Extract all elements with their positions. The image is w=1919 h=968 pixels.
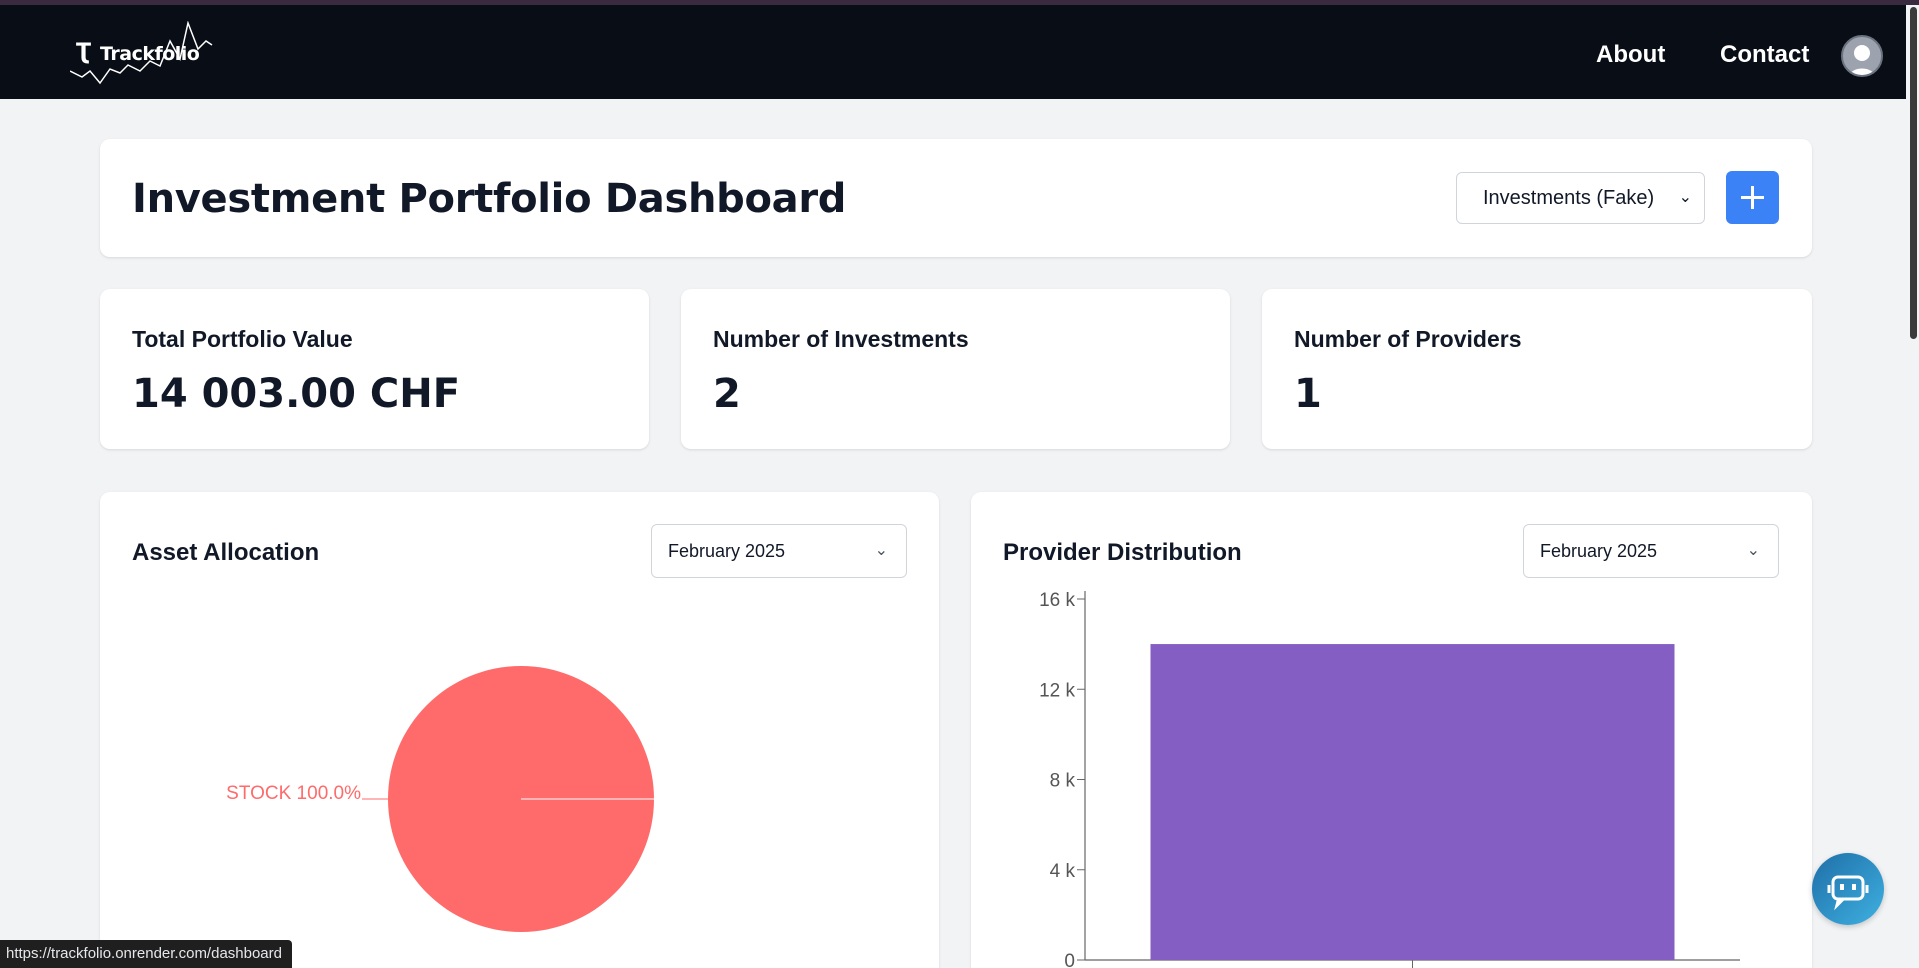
stat-label: Number of Providers <box>1294 326 1522 352</box>
y-tick-label: 0 <box>1064 951 1075 968</box>
asset-month-select[interactable]: February 2025 ⌄ <box>651 524 907 578</box>
asset-month-value: February 2025 <box>668 541 786 561</box>
user-avatar[interactable] <box>1841 35 1883 77</box>
provider-month-value: February 2025 <box>1540 541 1658 561</box>
brand-logo[interactable]: Ʈ Trackfolio <box>70 21 230 91</box>
status-bar-url: https://trackfolio.onrender.com/dashboar… <box>0 940 292 968</box>
user-silhouette-icon <box>1849 45 1875 75</box>
stat-value: 1 <box>1294 371 1322 417</box>
chevron-down-icon: ⌄ <box>874 542 888 559</box>
nav-contact-link[interactable]: Contact <box>1720 41 1809 69</box>
chevron-down-icon: ⌄ <box>1678 189 1692 206</box>
top-navbar: Ʈ Trackfolio About Contact <box>0 0 1919 99</box>
add-investment-button[interactable] <box>1726 171 1779 224</box>
y-tick-label: 8 k <box>1050 771 1076 792</box>
nav-about-link[interactable]: About <box>1596 41 1665 69</box>
stat-label: Number of Investments <box>713 326 969 352</box>
portfolio-select[interactable]: Investments (Fake) ⌄ <box>1456 172 1705 224</box>
stat-card-providers: Number of Providers 1 <box>1262 289 1812 449</box>
pie-slice-label: STOCK 100.0% <box>226 783 361 804</box>
y-tick-label: 4 k <box>1050 861 1076 882</box>
stat-label: Total Portfolio Value <box>132 326 353 352</box>
y-tick-label: 16 k <box>1039 590 1075 611</box>
portfolio-select-value: Investments (Fake) <box>1483 187 1655 209</box>
stat-card-investments: Number of Investments 2 <box>681 289 1230 449</box>
stat-value: 14 003.00 CHF <box>132 371 461 417</box>
scrollbar-thumb[interactable] <box>1910 7 1917 339</box>
page-title: Investment Portfolio Dashboard <box>132 176 847 222</box>
chat-assistant-button[interactable] <box>1812 853 1884 925</box>
bar[interactable] <box>1150 644 1675 960</box>
y-tick-label: 12 k <box>1039 680 1075 701</box>
brand-name: Trackfolio <box>100 43 200 65</box>
provider-month-select[interactable]: February 2025 ⌄ <box>1523 524 1779 578</box>
logo-mark-icon: Ʈ <box>76 40 92 65</box>
chevron-down-icon: ⌄ <box>1746 542 1760 559</box>
stat-card-total-value: Total Portfolio Value 14 003.00 CHF <box>100 289 649 449</box>
chatbot-icon <box>1827 875 1869 911</box>
stat-value: 2 <box>713 371 741 417</box>
